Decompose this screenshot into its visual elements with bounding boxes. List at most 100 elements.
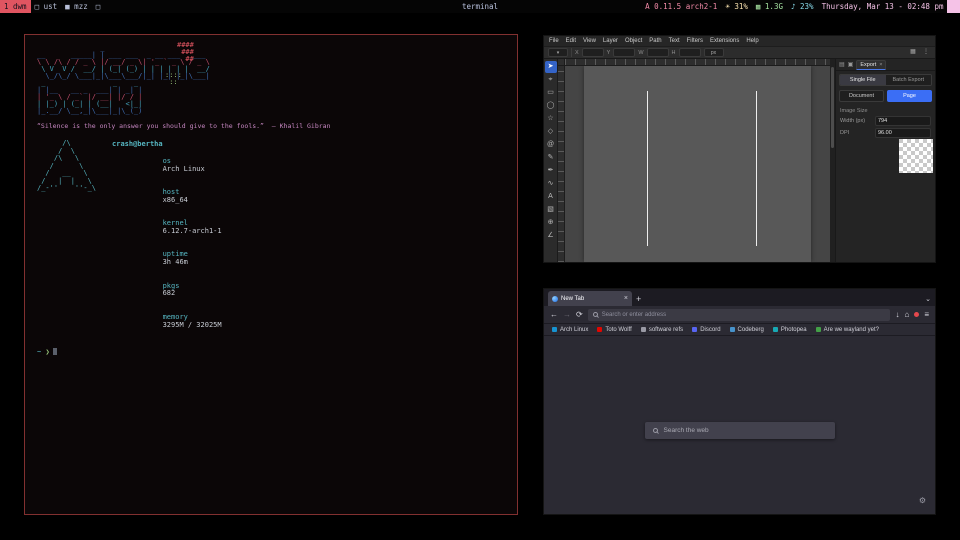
width-field[interactable] [647, 48, 669, 57]
bookmark-item[interactable]: Photopea [773, 327, 807, 333]
bookmark-label: Are we wayland yet? [824, 327, 879, 333]
home-icon[interactable]: ⌂ [904, 310, 909, 319]
page-guide-right[interactable] [756, 91, 757, 246]
calligraphy-tool-icon[interactable]: ∿ [545, 178, 557, 190]
bookmark-label: Arch Linux [560, 327, 588, 333]
bookmark-label: Codeberg [738, 327, 764, 333]
browser-tab[interactable]: New Tab × [548, 291, 632, 306]
system-info-list: os Arch Linux host x86_64 kernel 6.12.7-… [112, 150, 222, 337]
list-tabs-chevron-icon[interactable]: ⌄ [925, 295, 931, 303]
units-dropdown[interactable]: px [704, 48, 724, 57]
bookmark-item[interactable]: Codeberg [730, 327, 764, 333]
gradient-tool-icon[interactable]: ▧ [545, 204, 557, 216]
menu-item[interactable]: Filters [687, 38, 703, 44]
personalize-gear-icon[interactable]: ⚙ [919, 496, 926, 505]
box3d-tool-icon[interactable]: ◇ [545, 126, 557, 138]
selector-tool-icon[interactable]: ➤ [545, 61, 557, 73]
menu-item[interactable]: View [583, 38, 596, 44]
snap-controls-icon[interactable]: ▦ [908, 48, 918, 57]
tab-title: New Tab [561, 296, 584, 302]
layers-dialog-icon[interactable]: ▣ [848, 61, 854, 68]
menu-item[interactable]: Edit [566, 38, 576, 44]
drawing-canvas[interactable] [565, 66, 830, 262]
export-dialog-tab[interactable]: Export × [856, 60, 886, 70]
bookmark-favicon [641, 327, 646, 332]
web-search-placeholder: Search the web [664, 427, 709, 434]
browser-window[interactable]: New Tab × + ⌄ ← → ⟳ Search or enter addr… [543, 288, 936, 515]
search-icon [593, 312, 598, 317]
spiral-tool-icon[interactable]: @ [545, 139, 557, 151]
horizontal-ruler [565, 59, 830, 66]
menu-item[interactable]: File [549, 38, 559, 44]
height-field[interactable] [679, 48, 701, 57]
menu-item[interactable]: Extensions [710, 38, 739, 44]
reload-button[interactable]: ⟳ [576, 310, 583, 319]
tab-strip: New Tab × + ⌄ [544, 289, 935, 306]
info-value: x86_64 [163, 196, 188, 204]
batch-export-tab[interactable]: Batch Export [886, 75, 932, 85]
menu-item[interactable]: Text [669, 38, 680, 44]
bookmark-item[interactable]: Arch Linux [552, 327, 588, 333]
bookmark-item[interactable]: software refs [641, 327, 683, 333]
dpi-field[interactable]: 96.00 [875, 128, 931, 138]
downloads-icon[interactable]: ↓ [895, 310, 899, 319]
rectangle-tool-icon[interactable]: ▭ [545, 87, 557, 99]
bookmark-item[interactable]: Discord [692, 327, 720, 333]
x-label: X [575, 50, 579, 56]
page-guide-left[interactable] [647, 91, 648, 246]
scrollbar-thumb[interactable] [831, 67, 834, 148]
new-tab-button[interactable]: + [636, 294, 641, 304]
menu-item[interactable]: Layer [603, 38, 618, 44]
bookmark-item[interactable]: Are we wayland yet? [816, 327, 879, 333]
text-tool-icon[interactable]: A [545, 191, 557, 203]
workspace-tag[interactable]: ■ mzz [61, 0, 92, 13]
export-preview-checkerboard [899, 139, 933, 173]
tool-options-dropdown[interactable]: ▾ [548, 48, 568, 57]
address-bar-placeholder: Search or enter address [602, 312, 666, 318]
x-field[interactable] [582, 48, 604, 57]
pencil-tool-icon[interactable]: ✎ [545, 152, 557, 164]
prompt-path: ~ [37, 348, 41, 356]
ascii-art-line: |_.__/ \__,_|\___|_|\_(_) [37, 108, 505, 115]
width-px-field[interactable]: 794 [875, 116, 931, 126]
info-value: 3h 46m [163, 258, 188, 266]
workspace-tag[interactable]: □ ust [31, 0, 62, 13]
workspace-tag[interactable]: □ [92, 0, 105, 13]
shell-prompt[interactable]: ~ ❯ [37, 348, 505, 356]
vertical-ruler [558, 66, 565, 262]
terminal-window[interactable]: _ __ _____| | ___ ___ _ __ ___ ___ \ \ /… [24, 34, 518, 515]
menu-item[interactable]: Help [746, 38, 758, 44]
y-field[interactable] [613, 48, 635, 57]
ascii-decoration-red: #### ### ## [177, 42, 194, 63]
node-tool-icon[interactable]: ⌖ [545, 74, 557, 86]
recording-indicator-icon[interactable] [914, 312, 919, 317]
canvas-vertical-scrollbar[interactable] [830, 59, 835, 262]
canvas-area[interactable] [558, 59, 830, 262]
measure-tool-icon[interactable]: ∠ [545, 230, 557, 242]
address-bar[interactable]: Search or enter address [588, 309, 891, 321]
forward-button[interactable]: → [563, 310, 571, 319]
toolbox: ➤ ⌖ ▭ ◯ ☆ ◇ @ ✎ ✒ ∿ A ▧ [544, 59, 558, 262]
objects-dialog-icon[interactable]: ▤ [839, 61, 845, 68]
page-button[interactable]: Page [887, 90, 932, 102]
web-search-input[interactable]: Search the web [645, 422, 835, 439]
toolbar-overflow-icon[interactable]: ⋮ [921, 48, 931, 57]
menu-item[interactable]: Path [649, 38, 661, 44]
text-cursor [53, 348, 57, 355]
bookmark-item[interactable]: Toto Wolff [597, 327, 631, 333]
close-icon[interactable]: × [879, 62, 882, 68]
single-file-tab[interactable]: Single File [840, 75, 886, 85]
tab-close-icon[interactable]: × [624, 295, 628, 302]
back-button[interactable]: ← [550, 310, 558, 319]
zoom-tool-icon[interactable]: ⊕ [545, 217, 557, 229]
system-info-row: pkgs 682 [112, 275, 222, 306]
menu-item[interactable]: Object [625, 38, 642, 44]
star-tool-icon[interactable]: ☆ [545, 113, 557, 125]
menu-hamburger-icon[interactable]: ≡ [924, 310, 929, 319]
ellipse-tool-icon[interactable]: ◯ [545, 100, 557, 112]
inkscape-window[interactable]: File Edit View Layer Object Path Text Fi… [543, 35, 936, 263]
document-button[interactable]: Document [839, 90, 884, 102]
workspace-tag[interactable]: 1 dwm [0, 0, 31, 13]
tool-controls-bar: ▾ X Y W H px ▦ ⋮ [544, 46, 935, 59]
pen-tool-icon[interactable]: ✒ [545, 165, 557, 177]
